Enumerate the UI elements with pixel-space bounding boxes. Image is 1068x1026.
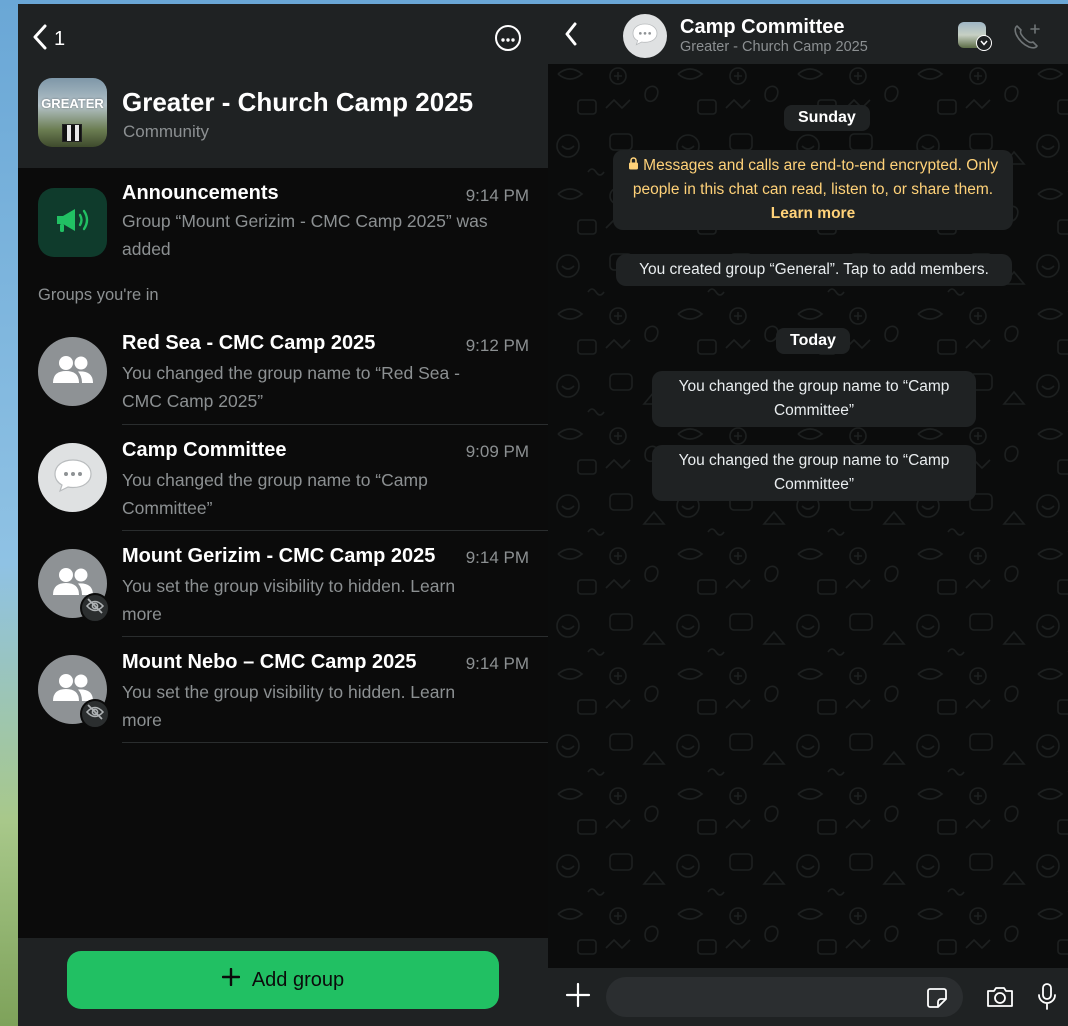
announcements-message: Group “Mount Gerizim - CMC Camp 2025” wa… (122, 211, 488, 259)
chat-bubble-icon (52, 457, 94, 498)
plus-icon (221, 967, 241, 992)
back-count: 1 (54, 27, 66, 50)
group-last-message: You set the group visibility to hidden. … (122, 576, 456, 624)
mic-icon (1037, 983, 1057, 1016)
sticker-icon (926, 988, 948, 1013)
sticker-button[interactable] (926, 987, 948, 1014)
group-last-message: You changed the group name to “Red Sea -… (122, 363, 460, 411)
chat-header: Camp Committee Greater - Church Camp 202… (548, 4, 1068, 64)
group-title: Red Sea - CMC Camp 2025 (122, 332, 376, 354)
eye-off-icon (85, 597, 105, 619)
chat-panel: Camp Committee Greater - Church Camp 202… (548, 4, 1068, 1026)
add-call-button[interactable] (1012, 22, 1042, 55)
group-time: 9:12 PM (465, 336, 529, 355)
group-title: Mount Nebo – CMC Camp 2025 (122, 651, 417, 673)
qr-code-image (62, 124, 82, 142)
date-divider: Today (776, 328, 850, 354)
megaphone-icon (53, 205, 93, 240)
add-group-label: Add group (251, 968, 345, 991)
chat-bubble-icon (631, 22, 659, 51)
community-title[interactable]: Greater - Church Camp 2025 (122, 87, 473, 118)
group-last-message: You set the group visibility to hidden. … (122, 682, 456, 730)
camera-button[interactable] (985, 985, 1015, 1014)
community-subtitle: Community (123, 122, 209, 141)
group-time: 9:09 PM (465, 442, 529, 461)
back-button[interactable] (564, 22, 578, 51)
group-title: Camp Committee (122, 439, 287, 461)
group-icon (51, 354, 95, 389)
group-row-mount-nebo[interactable]: Mount Nebo – CMC Camp 2025 9:14 PM You s… (18, 637, 548, 743)
plus-icon (565, 982, 591, 1012)
announcements-row[interactable]: Announcements 9:14 PM Group “Mount Geriz… (18, 168, 548, 270)
groups-section-label: Groups you're in (38, 286, 159, 304)
group-row-camp-committee[interactable]: Camp Committee 9:09 PM You changed the g… (18, 425, 548, 531)
lock-icon (628, 157, 643, 174)
camera-icon (985, 987, 1015, 1013)
message-input[interactable] (606, 977, 963, 1017)
row-divider (122, 742, 548, 743)
back-button[interactable]: 1 (32, 24, 65, 54)
hidden-badge (80, 593, 110, 623)
encryption-text: Messages and calls are end-to-end encryp… (632, 157, 999, 198)
group-time: 9:14 PM (465, 654, 529, 673)
group-avatar (38, 443, 107, 512)
chevron-left-icon (32, 24, 48, 55)
system-message[interactable]: You changed the group name to “Camp Comm… (652, 445, 976, 501)
system-message[interactable]: You created group “General”. Tap to add … (616, 254, 1012, 286)
add-call-icon (1012, 24, 1042, 54)
group-time: 9:14 PM (465, 548, 529, 567)
date-divider: Sunday (784, 105, 870, 131)
mic-button[interactable] (1037, 982, 1057, 1017)
group-title: Mount Gerizim - CMC Camp 2025 (122, 545, 436, 567)
chevron-down-icon (976, 35, 992, 51)
more-icon (501, 29, 515, 47)
announcements-avatar (38, 188, 107, 257)
community-header: 1 GREATER Greater - Church Camp 2025 Com… (18, 4, 548, 168)
hidden-badge (80, 699, 110, 729)
chevron-left-icon (564, 22, 578, 50)
add-group-button[interactable]: Add group (67, 951, 499, 1009)
eye-off-icon (85, 703, 105, 725)
more-options-button[interactable] (495, 25, 521, 51)
system-message[interactable]: You changed the group name to “Camp Comm… (652, 371, 976, 427)
chat-avatar[interactable] (623, 14, 667, 58)
group-last-message: You changed the group name to “Camp Comm… (122, 470, 428, 518)
composer-bar (548, 968, 1068, 1026)
community-avatar[interactable]: GREATER (38, 78, 107, 147)
community-footer: Add group (18, 938, 548, 1026)
community-panel: 1 GREATER Greater - Church Camp 2025 Com… (18, 4, 548, 1026)
attach-button[interactable] (565, 982, 591, 1013)
group-avatar (38, 337, 107, 406)
chat-subtitle: Greater - Church Camp 2025 (680, 39, 868, 55)
community-avatar-logo: GREATER (41, 96, 104, 111)
announcements-title: Announcements (122, 182, 279, 204)
chat-title[interactable]: Camp Committee (680, 16, 844, 39)
announcements-time: 9:14 PM (465, 186, 529, 205)
group-row-red-sea[interactable]: Red Sea - CMC Camp 2025 9:12 PM You chan… (18, 319, 548, 425)
encryption-notice[interactable]: Messages and calls are end-to-end encryp… (613, 150, 1013, 230)
learn-more-link[interactable]: Learn more (771, 205, 855, 222)
group-row-mount-gerizim[interactable]: Mount Gerizim - CMC Camp 2025 9:14 PM Yo… (18, 531, 548, 637)
